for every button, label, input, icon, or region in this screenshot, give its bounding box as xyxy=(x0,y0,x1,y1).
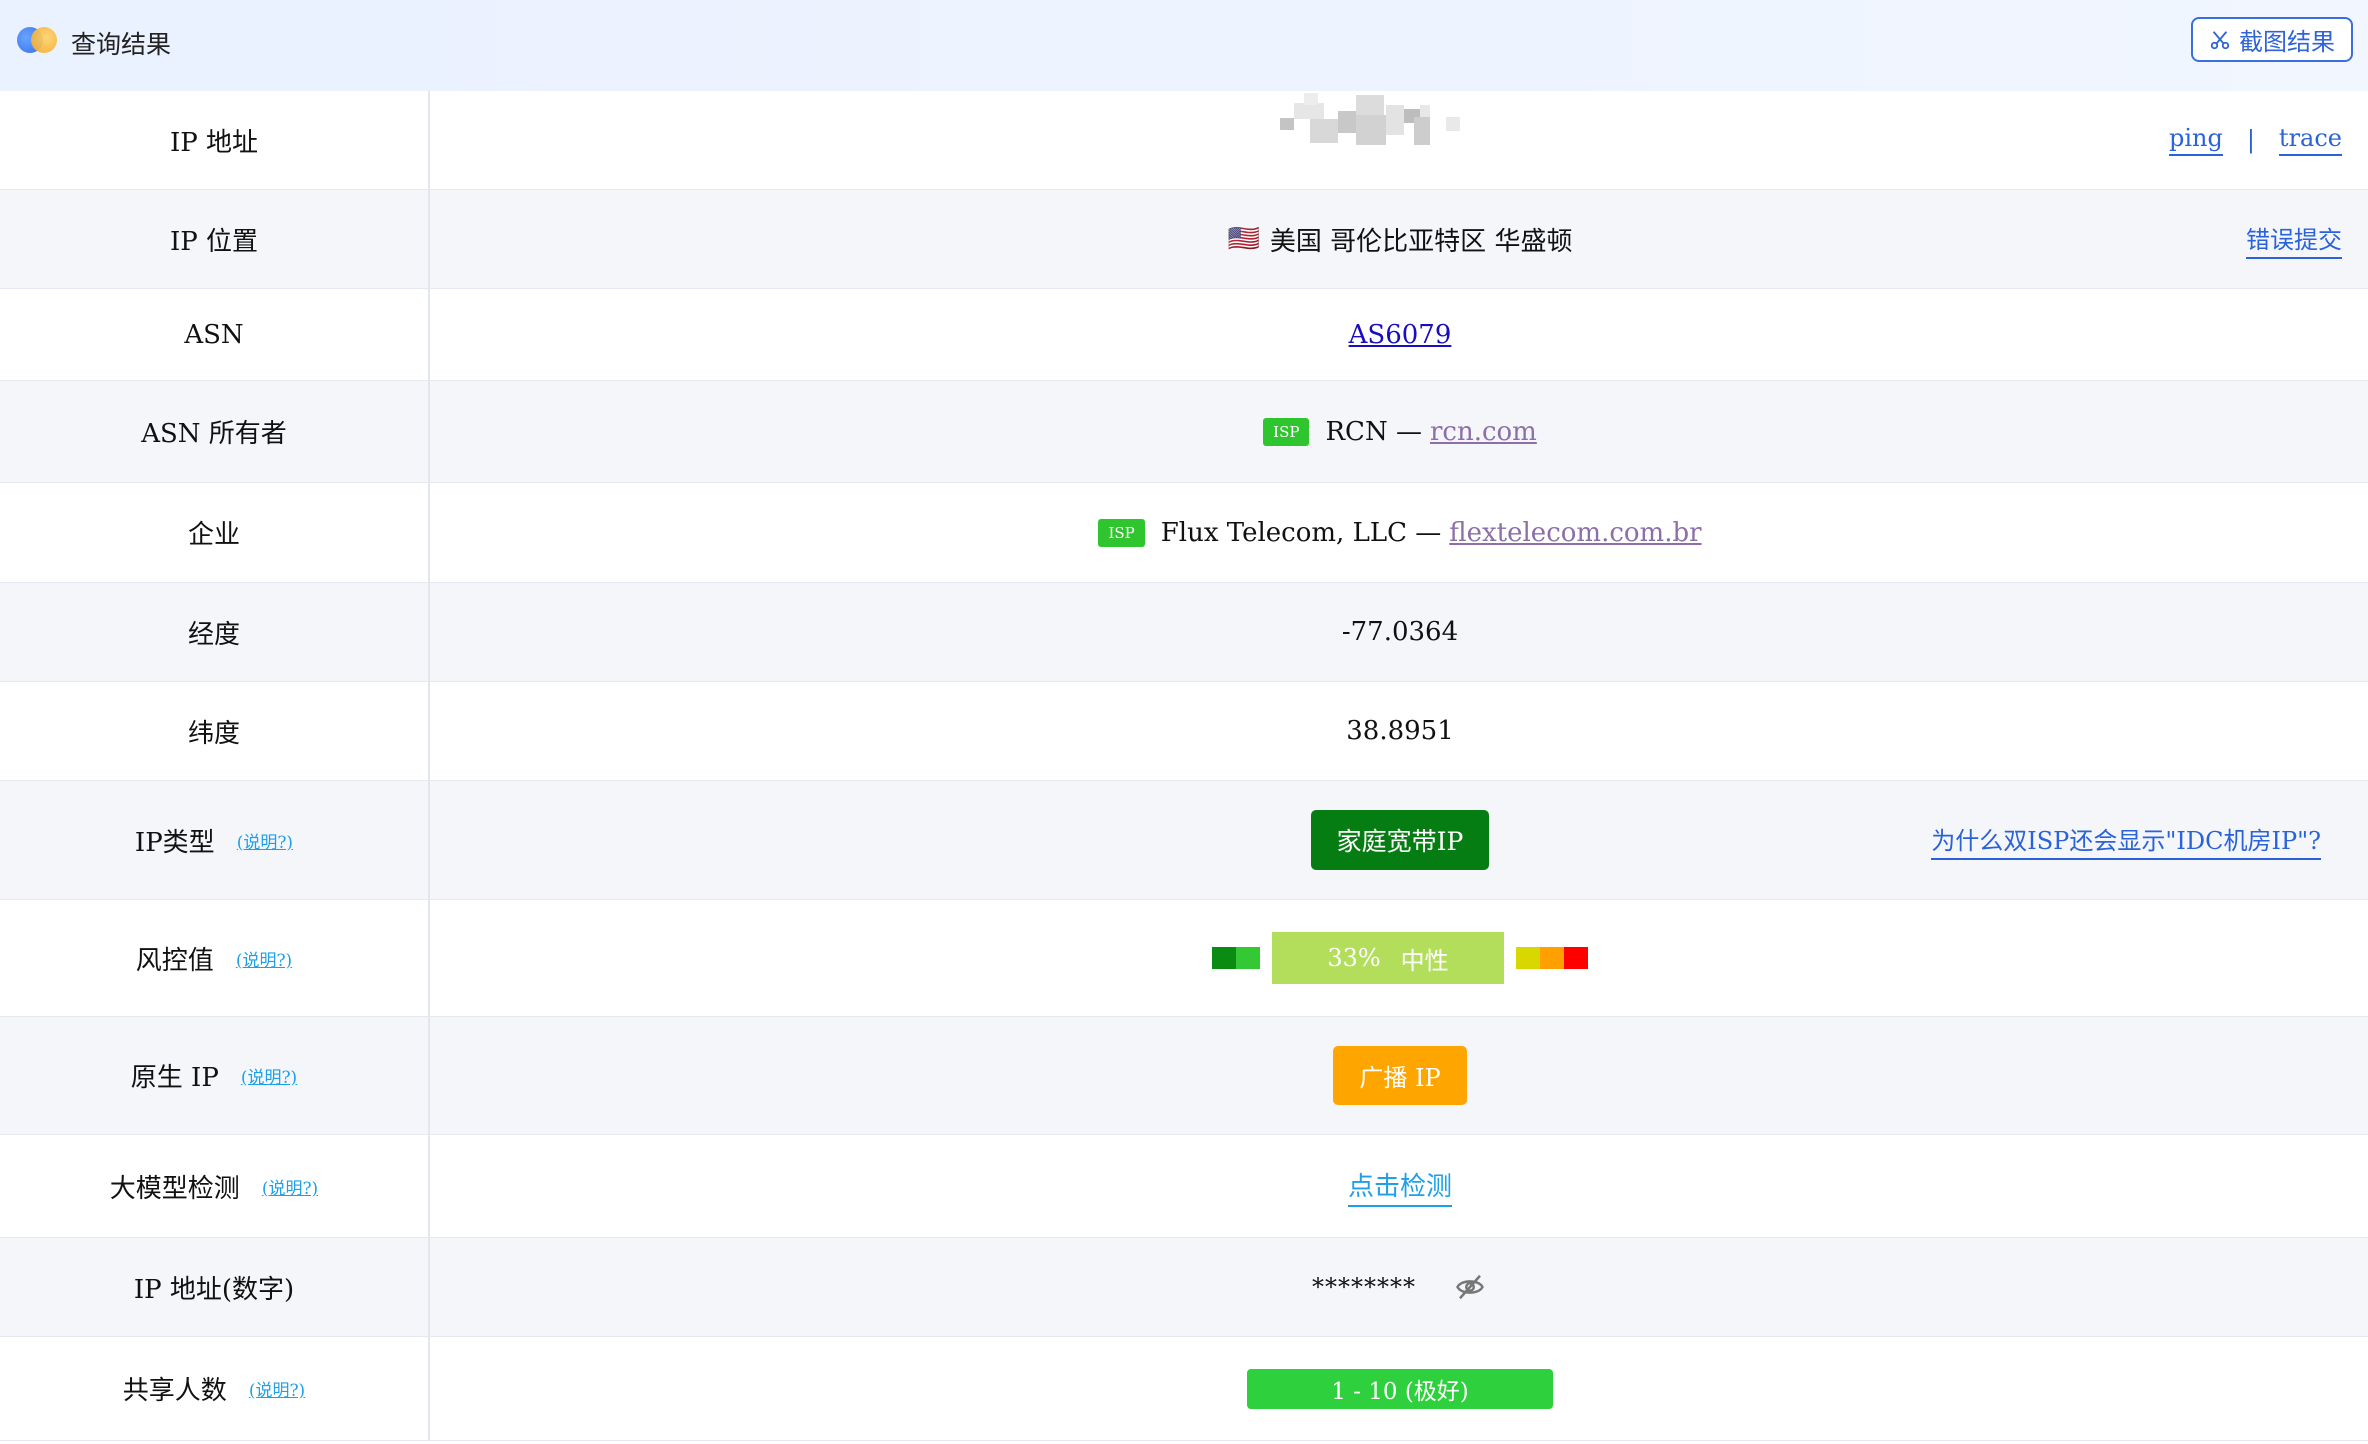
scissors-icon xyxy=(2210,30,2230,49)
label-asn-owner: ASN 所有者 xyxy=(0,381,430,482)
eye-off-icon[interactable] xyxy=(1452,1272,1488,1302)
label-ip-type: IP类型 (说明?) xyxy=(0,781,430,899)
click-detect-link[interactable]: 点击检测 xyxy=(1347,1166,1452,1207)
page-title: 查询结果 xyxy=(71,30,172,59)
native-ip-label: 原生 IP xyxy=(130,1063,219,1093)
risk-seg-very-high xyxy=(1564,947,1588,969)
ip-type-value: 家庭宽带IP 为什么双ISP还会显示"IDC机房IP"? xyxy=(432,781,2368,899)
label-shared-users: 共享人数 (说明?) xyxy=(0,1337,430,1440)
label-asn: ASN xyxy=(0,289,430,380)
label-llm-detection: 大模型检测 (说明?) xyxy=(0,1135,430,1237)
company-domain-link[interactable]: flextelecom.com.br xyxy=(1449,518,1701,548)
llm-label: 大模型检测 xyxy=(109,1173,240,1204)
row-asn: ASN AS6079 xyxy=(0,289,2368,381)
location-value: 🇺🇸 美国 哥伦比亚特区 华盛顿 错误提交 xyxy=(432,190,2368,288)
row-ip-address: IP 地址 ping | trace xyxy=(0,91,2368,190)
risk-help-link[interactable]: (说明?) xyxy=(236,946,292,971)
company-name: Flux Telecom, LLC — xyxy=(1160,517,1442,548)
isp-badge: ISP xyxy=(1098,518,1145,547)
result-table: IP 地址 ping | trace IP 位置 🇺🇸 美国 哥伦比亚特区 华盛… xyxy=(0,91,2368,1441)
ip-type-label: IP类型 xyxy=(134,827,215,858)
risk-seg-very-low xyxy=(1212,947,1236,969)
trace-link[interactable]: trace xyxy=(2278,124,2342,156)
isp-badge: ISP xyxy=(1263,417,1310,446)
row-company: 企业 ISP Flux Telecom, LLC — flextelecom.c… xyxy=(0,483,2368,583)
risk-current-level: 33% 中性 xyxy=(1272,932,1504,984)
native-ip-value: 广播 IP xyxy=(432,1017,2368,1134)
ip-type-badge: 家庭宽带IP xyxy=(1310,810,1490,870)
row-llm-detection: 大模型检测 (说明?) 点击检测 xyxy=(0,1135,2368,1238)
why-dual-isp: 为什么双ISP还会显示"IDC机房IP"? xyxy=(1931,781,2321,899)
masked-ip-numeric: ******** xyxy=(1312,1273,1416,1301)
row-latitude: 纬度 38.8951 xyxy=(0,682,2368,781)
risk-percent: 33% xyxy=(1327,944,1381,972)
ip-value-redacted: ping | trace xyxy=(432,91,2368,189)
shared-help-link[interactable]: (说明?) xyxy=(249,1376,305,1401)
flag-icon: 🇺🇸 xyxy=(1227,224,1260,254)
native-help-link[interactable]: (说明?) xyxy=(241,1063,297,1088)
logo-icon xyxy=(17,27,57,53)
label-ip-address: IP 地址 xyxy=(0,91,430,189)
asn-owner-domain-link[interactable]: rcn.com xyxy=(1430,417,1537,447)
risk-meter: 33% 中性 xyxy=(432,900,2368,1016)
redacted-ip-mosaic xyxy=(1280,91,1470,151)
risk-seg-elevated xyxy=(1516,947,1540,969)
asn-value-cell: AS6079 xyxy=(432,289,2368,380)
ping-link[interactable]: ping xyxy=(2168,124,2223,156)
header-bar: 查询结果 截图结果 xyxy=(0,0,2368,91)
llm-help-link[interactable]: (说明?) xyxy=(262,1174,318,1199)
risk-seg-high xyxy=(1540,947,1564,969)
label-risk-score: 风控值 (说明?) xyxy=(0,900,430,1016)
label-company: 企业 xyxy=(0,483,430,582)
label-native-ip: 原生 IP (说明?) xyxy=(0,1017,430,1134)
label-ip-location: IP 位置 xyxy=(0,190,430,288)
row-risk-score: 风控值 (说明?) 33% 中性 xyxy=(0,900,2368,1017)
asn-link[interactable]: AS6079 xyxy=(1349,320,1452,350)
risk-level: 中性 xyxy=(1400,946,1449,975)
label-longitude: 经度 xyxy=(0,583,430,681)
longitude-value: -77.0364 xyxy=(1341,617,1459,647)
asn-owner-value: ISP RCN — rcn.com xyxy=(432,381,2368,482)
report-error-link[interactable]: 错误提交 xyxy=(2246,220,2342,259)
screenshot-button-label: 截图结果 xyxy=(2239,28,2335,56)
ip-numeric-value: ******** xyxy=(432,1238,2368,1336)
row-ip-location: IP 位置 🇺🇸 美国 哥伦比亚特区 华盛顿 错误提交 xyxy=(0,190,2368,289)
risk-seg-low xyxy=(1236,947,1260,969)
asn-owner-name: RCN — xyxy=(1325,416,1422,447)
screenshot-button[interactable]: 截图结果 xyxy=(2191,17,2353,62)
location-tools: 错误提交 xyxy=(2246,190,2342,288)
row-asn-owner: ASN 所有者 ISP RCN — rcn.com xyxy=(0,381,2368,483)
shared-value: 1 - 10 (极好) xyxy=(432,1337,2368,1440)
llm-value: 点击检测 xyxy=(432,1135,2368,1237)
ip-type-help-link[interactable]: (说明?) xyxy=(237,828,293,853)
label-ip-numeric: IP 地址(数字) xyxy=(0,1238,430,1336)
native-ip-badge: 广播 IP xyxy=(1333,1046,1467,1105)
row-longitude: 经度 -77.0364 xyxy=(0,583,2368,682)
company-value: ISP Flux Telecom, LLC — flextelecom.com.… xyxy=(432,483,2368,582)
shared-label: 共享人数 xyxy=(122,1376,227,1406)
label-latitude: 纬度 xyxy=(0,682,430,780)
row-shared-users: 共享人数 (说明?) 1 - 10 (极好) xyxy=(0,1337,2368,1441)
row-ip-type: IP类型 (说明?) 家庭宽带IP 为什么双ISP还会显示"IDC机房IP"? xyxy=(0,781,2368,900)
row-ip-numeric: IP 地址(数字) ******** xyxy=(0,1238,2368,1337)
link-separator: | xyxy=(2246,126,2255,154)
why-dual-isp-link[interactable]: 为什么双ISP还会显示"IDC机房IP"? xyxy=(1931,821,2321,860)
row-native-ip: 原生 IP (说明?) 广播 IP xyxy=(0,1017,2368,1135)
shared-users-badge: 1 - 10 (极好) xyxy=(1247,1368,1553,1409)
latitude-value: 38.8951 xyxy=(1346,716,1454,746)
location-text: 美国 哥伦比亚特区 华盛顿 xyxy=(1269,226,1573,257)
ip-tools: ping | trace xyxy=(2168,91,2342,189)
risk-label: 风控值 xyxy=(135,945,214,976)
